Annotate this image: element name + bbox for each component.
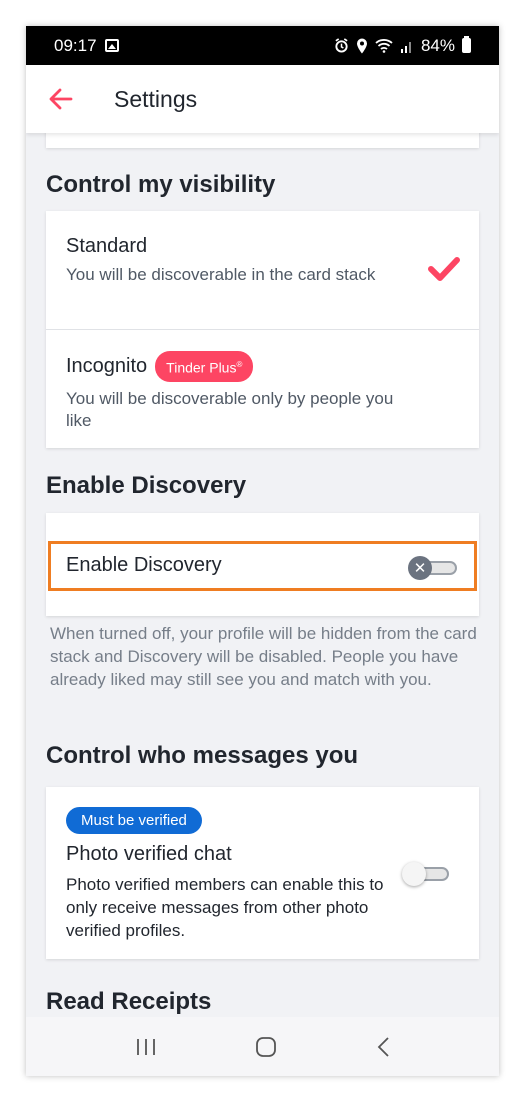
photo-verified-chat-description: Photo verified members can enable this t… (66, 875, 384, 940)
home-icon[interactable] (255, 1036, 277, 1058)
visibility-card: Standard You will be discoverable in the… (46, 211, 479, 448)
option-subtitle: You will be discoverable only by people … (66, 388, 394, 430)
previous-card (46, 133, 479, 148)
check-icon (428, 257, 460, 281)
section-heading-read-receipts: Read Receipts (46, 988, 212, 1015)
visibility-option-incognito[interactable]: Incognito Tinder Plus® You will be disco… (46, 351, 479, 446)
alarm-icon (335, 38, 348, 53)
battery-icon (462, 36, 471, 53)
signal-icon (400, 41, 411, 53)
option-title: Standard (66, 235, 148, 257)
wifi-icon (375, 39, 393, 53)
status-icons: 84% (334, 36, 471, 56)
must-be-verified-badge: Must be verified (66, 807, 202, 834)
system-nav-bar (26, 1017, 499, 1076)
app-bar: Settings (26, 65, 499, 133)
messages-card: Must be verified Photo verified chat Pho… (46, 787, 479, 959)
option-subtitle: You will be discoverable in the card sta… (66, 265, 376, 284)
image-notification-icon (104, 39, 119, 52)
visibility-option-standard[interactable]: Standard You will be discoverable in the… (46, 235, 479, 329)
badge-label: Tinder Plus (166, 359, 237, 376)
photo-verified-chat-title: Photo verified chat (66, 843, 232, 865)
status-time: 09:17 (54, 35, 97, 55)
recent-apps-icon[interactable] (135, 1037, 157, 1057)
status-bar: 09:17 84% (26, 26, 499, 65)
toggle-knob (402, 862, 426, 886)
x-icon: ✕ (408, 556, 432, 580)
arrow-left-icon (49, 88, 73, 110)
back-chevron-icon[interactable] (376, 1036, 390, 1058)
discovery-note: When turned off, your profile will be hi… (50, 624, 477, 689)
section-heading-visibility: Control my visibility (46, 171, 276, 198)
back-button[interactable] (26, 65, 96, 133)
discovery-toggle-label: Enable Discovery (66, 554, 222, 576)
section-heading-messages: Control who messages you (46, 742, 359, 769)
phone-screen: 09:17 84% Settings Control my visibility… (26, 26, 499, 1076)
page-title: Settings (114, 85, 198, 112)
section-heading-discovery: Enable Discovery (46, 472, 247, 499)
status-time-group: 09:17 (54, 36, 119, 56)
tinder-plus-badge: Tinder Plus® (155, 351, 254, 382)
battery-percent: 84% (420, 35, 455, 55)
location-icon (356, 38, 367, 53)
divider (46, 329, 479, 330)
settings-content[interactable]: Control my visibility Standard You will … (26, 133, 499, 1017)
option-title: Incognito (66, 354, 148, 377)
badge-mark: ® (236, 360, 243, 369)
